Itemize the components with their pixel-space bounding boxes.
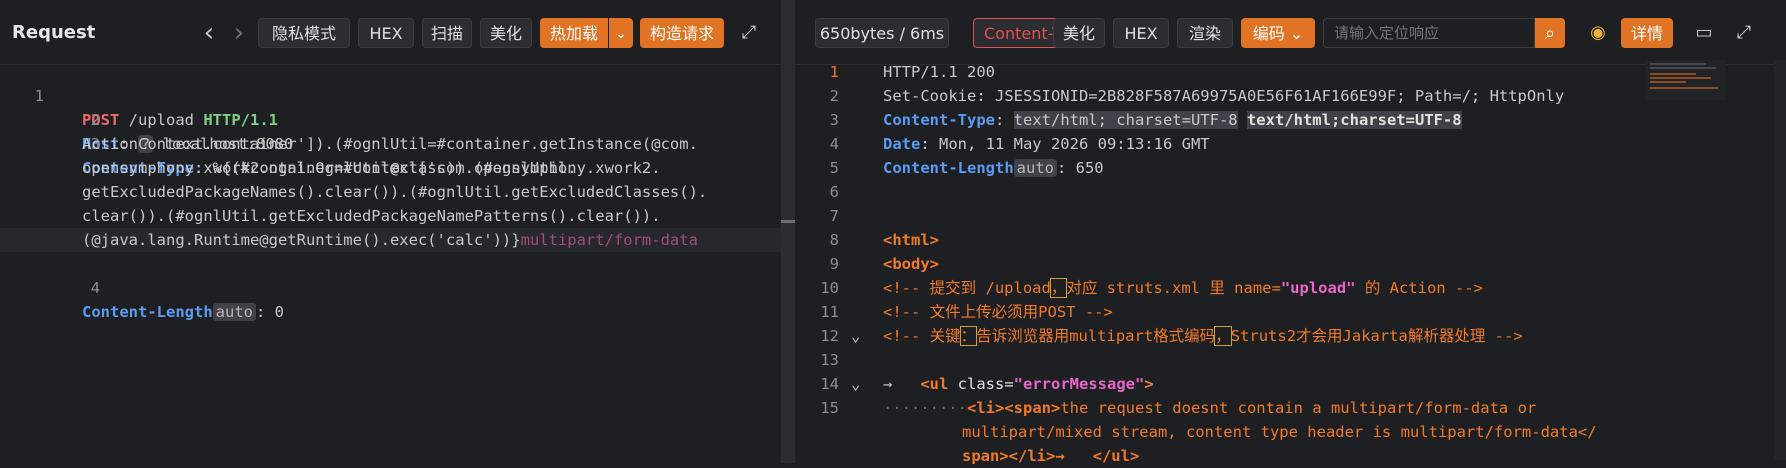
header-key: Date — [883, 135, 921, 153]
header-value: text/html; charset=UTF-8 — [1013, 111, 1238, 129]
comment-punct: ， — [1049, 278, 1068, 298]
hex-button[interactable]: HEX — [1113, 18, 1169, 48]
header-key: Content-Type — [883, 111, 995, 129]
hex-button[interactable]: HEX — [358, 18, 414, 48]
error-text-wrap: multipart/mixed stream, content type hea… — [962, 423, 1597, 441]
scan-button[interactable]: 扫描 — [422, 18, 472, 48]
request-title: Request — [12, 22, 96, 43]
request-editor[interactable]: 1 POST /upload HTTP/1.1 2 Host: ? localh… — [0, 60, 781, 463]
line-number: 10 — [820, 279, 839, 297]
beautify-button[interactable]: 美化 — [480, 18, 532, 48]
line-number: 13 — [820, 351, 839, 369]
attr-eq: = — [1004, 375, 1014, 393]
forward-icon[interactable]: › — [228, 18, 250, 48]
chrome-icon[interactable]: ◉ — [1585, 18, 1611, 48]
li-tag: <li><span> — [967, 399, 1061, 417]
comment-punct: ： — [959, 326, 978, 346]
header-value: : 650 — [1056, 159, 1104, 177]
comment-text: <!-- 关键 — [883, 327, 961, 345]
search-input[interactable] — [1323, 18, 1535, 48]
comment-text: Struts2才会用Jakarta解析器处理 --> — [1230, 327, 1523, 345]
code-line: 4 Content-Length auto: 0 — [0, 252, 781, 321]
minimap[interactable] — [1646, 60, 1726, 100]
search-icon[interactable]: ⌕ — [1535, 18, 1565, 48]
encoding-dropdown[interactable]: 编码 ⌄ — [1241, 18, 1315, 48]
line-number: 9 — [829, 255, 839, 273]
vertical-scrollbar[interactable] — [1774, 60, 1786, 460]
code-line: 3 Content-Type: %{(#container=#context['… — [0, 108, 781, 177]
line-number: 5 — [829, 159, 839, 177]
header-key: Content-Length — [883, 159, 1014, 177]
line-number: 4 — [829, 135, 839, 153]
comment-text: 的 Action --> — [1355, 279, 1483, 297]
indent: → — [883, 375, 921, 393]
html-tag: <html> — [883, 231, 939, 249]
body-tag: <body> — [883, 255, 939, 273]
code-line: 2 Host: ? localhost:8080 — [0, 84, 781, 153]
request-toolbar: Request ‹ › 隐私模式 HEX 扫描 美化 热加载 ⌄ 构造请求 ⤢ — [0, 0, 781, 65]
line-number: 6 — [829, 183, 839, 201]
response-stats: 650bytes / 6ms — [815, 18, 949, 48]
render-button[interactable]: 渲染 — [1177, 18, 1233, 48]
construct-request-button[interactable]: 构造请求 — [640, 18, 724, 48]
header-value: : 0 — [255, 303, 284, 321]
attr-name: class — [957, 375, 1005, 393]
fold-icon[interactable]: ⌄ — [851, 324, 860, 348]
line-number: 15 — [820, 399, 839, 417]
content-type-tail: multipart/form-data — [520, 231, 698, 249]
back-icon[interactable]: ‹ — [198, 18, 220, 48]
line-number: 12 — [820, 327, 839, 345]
header-value-alt: text/html;charset=UTF-8 — [1246, 111, 1462, 129]
line-number: 3 — [829, 111, 839, 129]
hotload-button[interactable]: 热加载 — [540, 18, 608, 48]
header-key: Content-Length — [82, 303, 213, 321]
line-number: 4 — [90, 279, 100, 297]
comment-string: "upload" — [1280, 279, 1356, 297]
error-text-wrap: span></li>→ </ul> — [962, 447, 1140, 465]
header-value: : Mon, 11 May 2026 09:13:16 GMT — [920, 135, 1210, 153]
hotload-dropdown-icon[interactable]: ⌄ — [609, 18, 633, 48]
line-number: 1 — [829, 63, 839, 81]
comment-text: <!-- 文件上传必须用POST --> — [883, 303, 1113, 321]
auto-chip[interactable]: auto — [212, 303, 256, 321]
response-editor[interactable]: 1 HTTP/1.1 200 2 Set-Cookie: JSESSIONID=2B… — [795, 60, 1786, 465]
comment-text: 对应 struts.xml 里 name= — [1066, 279, 1281, 297]
fold-icon[interactable]: ⌄ — [851, 372, 860, 396]
line-number: 7 — [829, 207, 839, 225]
line-number: 2 — [829, 87, 839, 105]
expand-icon[interactable]: ⤢ — [738, 18, 760, 48]
header-value-wrap: ActionContext.container']).(#ognlUtil=#c… — [82, 135, 698, 153]
response-pane: 650bytes / 6ms Content-Ty 美化 HEX 渲染 编码 ⌄… — [795, 0, 1786, 465]
error-text: the request doesnt contain a multipart/f… — [1060, 399, 1546, 417]
beautify-button[interactable]: 美化 — [1053, 18, 1105, 48]
status-line: HTTP/1.1 200 — [883, 63, 995, 81]
expand-icon[interactable]: ⤢ — [1733, 18, 1755, 48]
header-value-wrap: (@java.lang.Runtime@getRuntime().exec('c… — [82, 231, 521, 249]
line-number: 11 — [820, 303, 839, 321]
response-toolbar: 650bytes / 6ms Content-Ty 美化 HEX 渲染 编码 ⌄… — [795, 0, 1786, 65]
request-pane: Request ‹ › 隐私模式 HEX 扫描 美化 热加载 ⌄ 构造请求 ⤢ … — [0, 0, 781, 463]
pane-divider[interactable] — [781, 0, 795, 463]
ul-tag: <ul — [920, 375, 958, 393]
ul-tag-close: > — [1144, 375, 1154, 393]
comment-icon[interactable]: ▭ — [1693, 18, 1715, 48]
auto-chip[interactable]: auto — [1013, 159, 1057, 177]
line-number: 14 — [820, 375, 839, 393]
divider-grip[interactable] — [781, 220, 795, 223]
private-mode-button[interactable]: 隐私模式 — [258, 18, 350, 48]
comment-text: <!-- 提交到 /upload — [883, 279, 1051, 297]
set-cookie-line: Set-Cookie: JSESSIONID=2B828F587A69975A0… — [883, 87, 1565, 105]
code-line: 1 POST /upload HTTP/1.1 — [0, 60, 781, 129]
comment-punct: ， — [1214, 326, 1232, 346]
details-button[interactable]: 详情 — [1621, 18, 1673, 48]
comment-text: 告诉浏览器用multipart格式编码 — [976, 327, 1216, 345]
header-value-wrap: getExcludedPackageNames().clear()).(#ogn… — [82, 183, 708, 201]
header-value-wrap: opensymphony.xwork2.ognl.OgnlUtil@class)… — [82, 159, 577, 177]
line-number: 8 — [829, 231, 839, 249]
header-value-wrap: clear()).(#ognlUtil.getExcludedPackageNa… — [82, 207, 661, 225]
attr-value: "errorMessage" — [1013, 375, 1145, 393]
